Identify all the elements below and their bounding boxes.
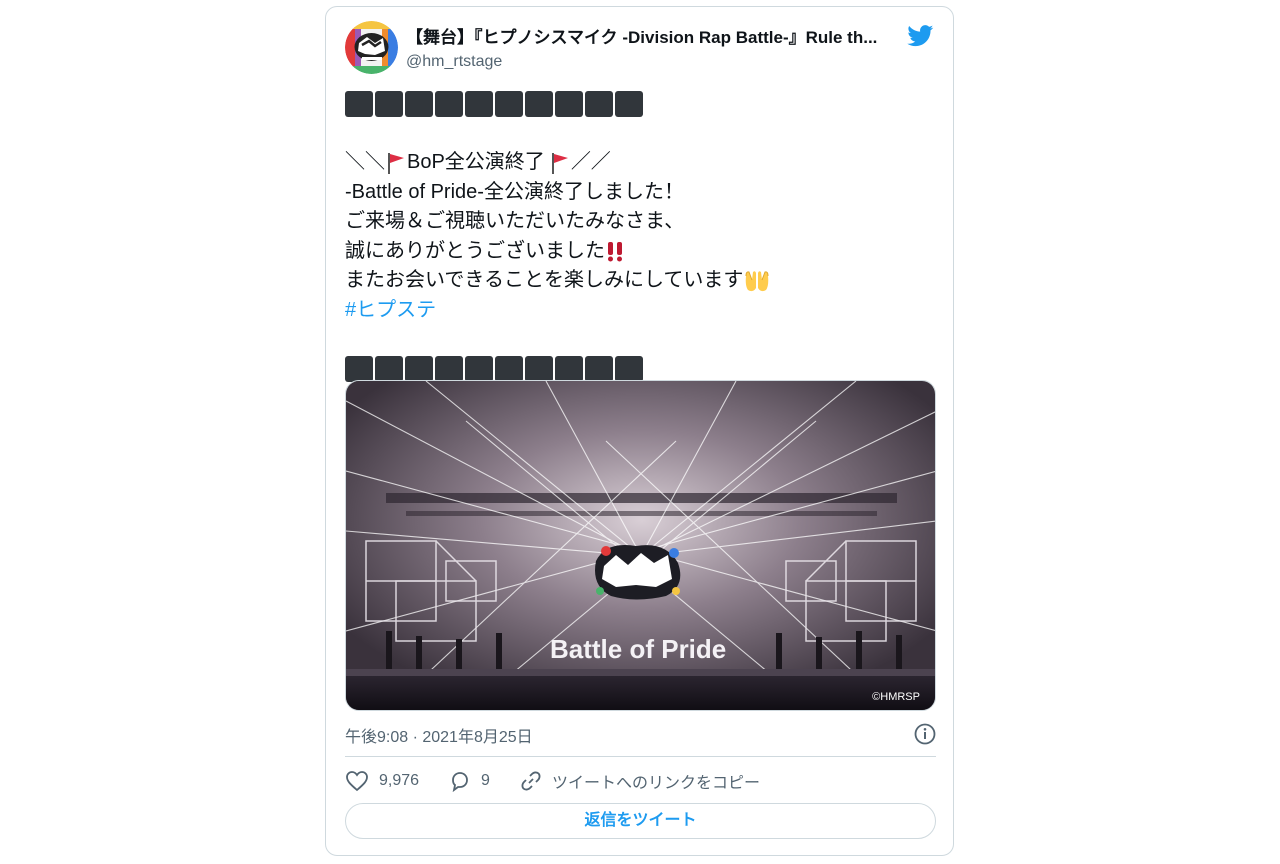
black-square	[495, 356, 523, 383]
tweet-text: ＼＼ BoP全公演終了 ／／ -Battle of Pride-全公演終了しまし…	[345, 89, 935, 384]
black-square	[375, 356, 403, 383]
raising-hands-icon	[745, 270, 769, 291]
tweet-photo[interactable]: Battle of Pride ©HMRSP	[345, 380, 936, 711]
black-square	[405, 90, 433, 117]
black-square	[375, 90, 403, 117]
black-square	[435, 90, 463, 117]
tweet-card: 【舞台】『ヒプノシスマイク -Division Rap Battle-』Rule…	[325, 6, 954, 856]
hashtag-link[interactable]: #ヒプステ	[345, 296, 935, 326]
black-square	[615, 90, 643, 117]
divider	[345, 756, 936, 757]
copy-link-label: ツイートへのリンクをコピー	[551, 775, 760, 792]
reply-tweet-button[interactable]: 返信をツイート	[345, 803, 936, 839]
black-square	[405, 356, 433, 383]
info-icon[interactable]	[914, 723, 936, 745]
block-row-top	[345, 89, 935, 119]
timestamp[interactable]: 午後9:08 · 2021年8月25日	[345, 729, 533, 746]
avatar[interactable]	[345, 21, 398, 74]
black-square	[615, 356, 643, 383]
black-square	[465, 356, 493, 383]
like-action[interactable]: 9,976	[345, 770, 419, 792]
heart-icon[interactable]	[345, 770, 369, 792]
line1-mid: BoP全公演終了	[407, 151, 545, 173]
link-icon[interactable]	[520, 770, 542, 792]
line1-prefix: ＼＼	[345, 151, 385, 173]
reply-action[interactable]: 9	[449, 770, 490, 792]
reply-count: 9	[481, 772, 490, 789]
black-square	[525, 356, 553, 383]
text-line-1: ＼＼ BoP全公演終了 ／／	[345, 148, 935, 178]
text-line-2: -Battle of Pride-全公演終了しました！	[345, 180, 684, 203]
black-square	[555, 356, 583, 383]
black-square	[525, 90, 553, 117]
comment-icon[interactable]	[449, 770, 471, 792]
black-square	[585, 356, 613, 383]
red-flag-icon	[388, 152, 404, 174]
black-square	[495, 90, 523, 117]
avatar-logo	[345, 21, 398, 74]
black-square	[435, 356, 463, 383]
text-line-5: またお会いできることを楽しみにしています	[345, 266, 935, 296]
handle[interactable]: @hm_rtstage	[406, 52, 896, 72]
tweet-meta: 午後9:08 · 2021年8月25日	[345, 723, 936, 746]
stage-text: Battle of Pride	[550, 634, 726, 664]
double-exclamation-icon	[608, 242, 622, 262]
action-bar: 9,976 9 ツイートへのリンクをコピー	[345, 769, 790, 793]
black-square	[585, 90, 613, 117]
twitter-bird-icon[interactable]	[907, 25, 934, 47]
copyright-text: ©HMRSP	[872, 691, 920, 703]
text-line-3: ご来場＆ご視聴いただいたみなさま、	[345, 210, 685, 232]
black-square	[555, 90, 583, 117]
text-line-4: 誠にありがとうございました	[345, 237, 935, 267]
black-square	[345, 90, 373, 117]
stage-photo: Battle of Pride ©HMRSP	[346, 381, 935, 710]
author-block[interactable]: 【舞台】『ヒプノシスマイク -Division Rap Battle-』Rule…	[406, 27, 896, 72]
black-square	[345, 356, 373, 383]
line5-text: またお会いできることを楽しみにしています	[345, 269, 744, 291]
red-flag-icon	[551, 152, 568, 174]
black-square	[465, 90, 493, 117]
line1-suffix: ／／	[570, 151, 611, 173]
copy-link-action[interactable]: ツイートへのリンクをコピー	[520, 769, 760, 793]
display-name[interactable]: 【舞台】『ヒプノシスマイク -Division Rap Battle-』Rule…	[406, 27, 896, 49]
like-count: 9,976	[379, 772, 420, 789]
line4-text: 誠にありがとうございました	[345, 239, 605, 262]
